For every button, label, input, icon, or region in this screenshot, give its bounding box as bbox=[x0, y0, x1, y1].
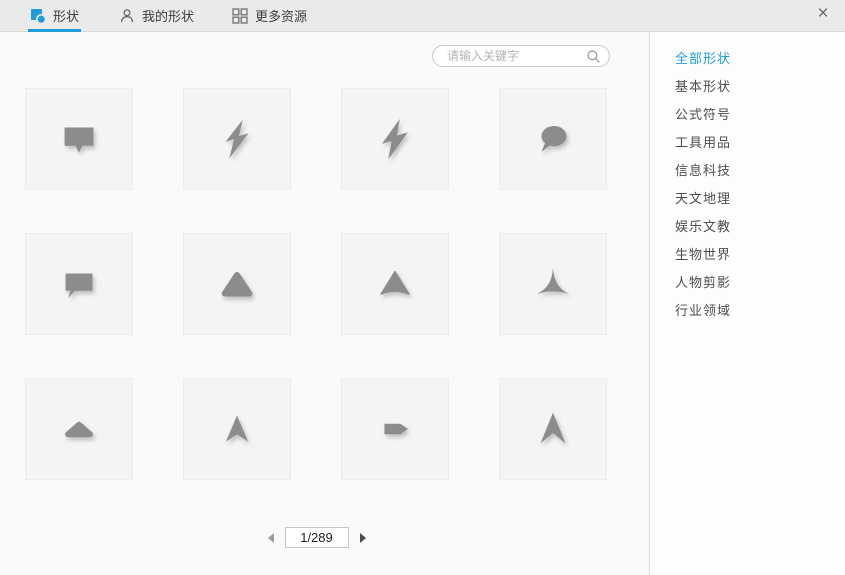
main-area: 1/289 全部形状 基本形状 公式符号 工具用品 bbox=[0, 32, 845, 575]
prev-page-icon[interactable] bbox=[267, 532, 274, 543]
category-item[interactable]: 生物世界 bbox=[650, 241, 845, 269]
shape-tile[interactable] bbox=[341, 88, 449, 190]
category-sidebar: 全部形状 基本形状 公式符号 工具用品 信息科技 天文地理 娱乐文教 生物世界 … bbox=[650, 32, 845, 575]
category-label: 基本形状 bbox=[675, 79, 732, 94]
my-shapes-icon bbox=[120, 8, 134, 22]
category-item[interactable]: 天文地理 bbox=[650, 185, 845, 213]
category-label: 人物剪影 bbox=[675, 275, 732, 290]
arrow-pentagon-right bbox=[384, 423, 408, 435]
shape-tile[interactable] bbox=[499, 378, 607, 480]
tab-bar: 形状 我的形状 更多资源 × bbox=[0, 0, 845, 32]
shape-grid bbox=[25, 88, 607, 480]
category-item[interactable]: 行业领域 bbox=[650, 297, 845, 325]
search-icon[interactable] bbox=[586, 49, 601, 64]
lightning-bolt-2 bbox=[382, 118, 408, 160]
tricorn bbox=[537, 267, 569, 295]
lightning-bolt-1 bbox=[225, 119, 249, 159]
more-resources-icon bbox=[232, 7, 248, 24]
callout-rect-bottom-left bbox=[65, 273, 93, 298]
category-item[interactable]: 工具用品 bbox=[650, 129, 845, 157]
category-label: 行业领域 bbox=[675, 303, 732, 318]
shape-tile[interactable] bbox=[25, 88, 133, 190]
next-page-icon[interactable] bbox=[359, 532, 366, 543]
tab-more-resources-label: 更多资源 bbox=[255, 9, 308, 24]
shape-gallery-panel: 1/289 bbox=[0, 32, 650, 575]
shape-tile[interactable] bbox=[183, 88, 291, 190]
shape-tile[interactable] bbox=[25, 378, 133, 480]
tab-shapes-label: 形状 bbox=[53, 9, 80, 24]
triangle-flat-rounded bbox=[65, 421, 93, 438]
category-label: 天文地理 bbox=[675, 191, 732, 206]
triangle-rounded bbox=[221, 272, 253, 297]
category-label: 娱乐文教 bbox=[675, 219, 732, 234]
category-label: 公式符号 bbox=[675, 107, 732, 122]
search-box bbox=[432, 45, 610, 67]
tab-my-shapes-label: 我的形状 bbox=[142, 9, 195, 24]
tab-shapes[interactable]: 形状 bbox=[28, 0, 82, 32]
category-item[interactable]: 公式符号 bbox=[650, 101, 845, 129]
category-item[interactable]: 娱乐文教 bbox=[650, 213, 845, 241]
page-indicator[interactable]: 1/289 bbox=[284, 527, 349, 548]
shape-tile[interactable] bbox=[25, 233, 133, 335]
shape-tile[interactable] bbox=[499, 88, 607, 190]
close-icon[interactable]: × bbox=[811, 2, 835, 26]
category-label: 信息科技 bbox=[675, 163, 732, 178]
pagination: 1/289 bbox=[0, 527, 633, 548]
callout-oval bbox=[541, 126, 567, 152]
category-label: 工具用品 bbox=[675, 135, 732, 150]
category-label: 全部形状 bbox=[675, 51, 732, 66]
category-item[interactable]: 人物剪影 bbox=[650, 269, 845, 297]
shape-library-window: 形状 我的形状 更多资源 × 请输入关键字 1/289 全部形状 基本形状 公式… bbox=[0, 0, 845, 575]
shapes-icon bbox=[31, 8, 46, 24]
shape-tile[interactable] bbox=[183, 378, 291, 480]
category-item[interactable]: 基本形状 bbox=[650, 73, 845, 101]
shape-tile[interactable] bbox=[341, 378, 449, 480]
tab-more-resources[interactable]: 更多资源 bbox=[230, 0, 309, 31]
callout-rect-bottom-center bbox=[64, 127, 94, 153]
shape-tile[interactable] bbox=[499, 233, 607, 335]
triangle-curved-base bbox=[380, 270, 410, 295]
arrowhead-up-deep bbox=[540, 412, 566, 444]
shape-tile[interactable] bbox=[183, 233, 291, 335]
search-input[interactable] bbox=[445, 48, 586, 64]
shape-tile[interactable] bbox=[341, 233, 449, 335]
arrowhead-up bbox=[225, 415, 249, 442]
category-label: 生物世界 bbox=[675, 247, 732, 262]
tab-my-shapes[interactable]: 我的形状 bbox=[117, 0, 196, 31]
category-item[interactable]: 全部形状 bbox=[650, 45, 845, 73]
category-item[interactable]: 信息科技 bbox=[650, 157, 845, 185]
